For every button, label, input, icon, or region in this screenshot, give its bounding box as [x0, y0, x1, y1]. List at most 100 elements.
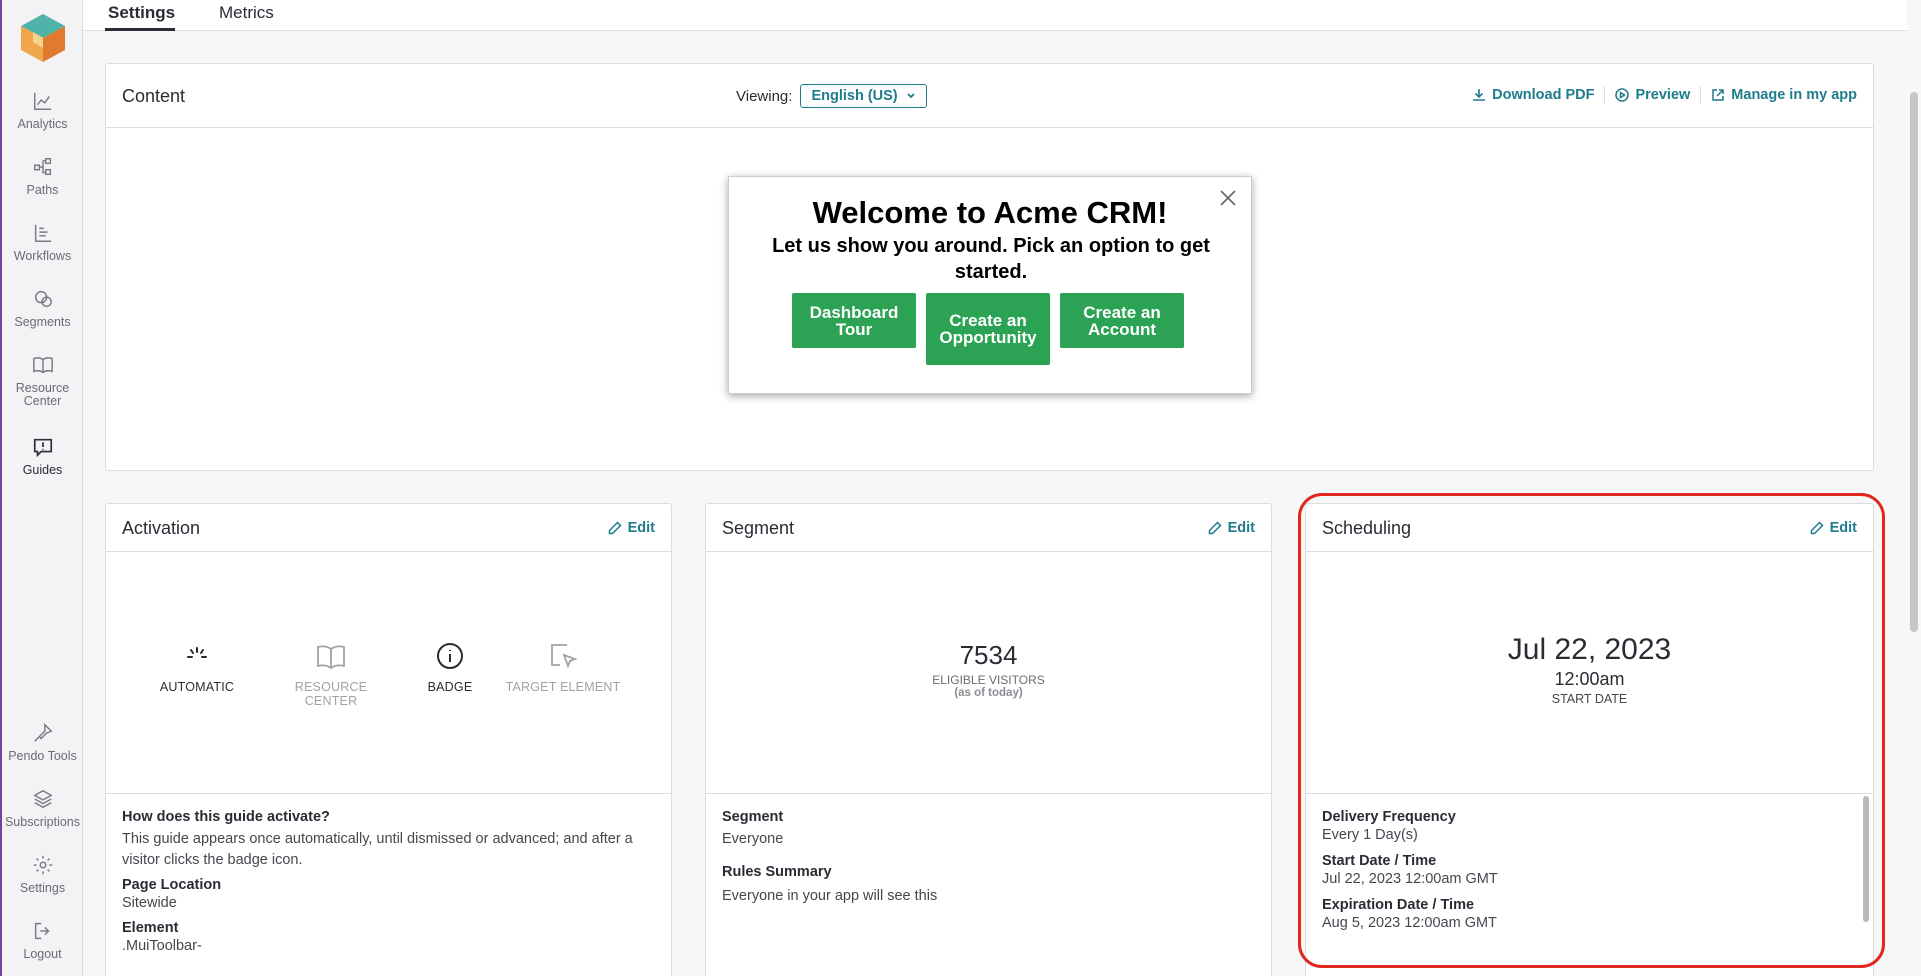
divider [1306, 793, 1873, 794]
scheduling-scrollbar[interactable] [1863, 796, 1869, 922]
sidebar-item-label: Paths [26, 183, 59, 197]
activation-option-target-element[interactable]: TARGET ELEMENT [505, 640, 621, 694]
divider [1604, 86, 1606, 104]
sidebar-item-analytics[interactable]: Analytics [2, 90, 83, 131]
preview-button[interactable]: Preview [1615, 87, 1690, 103]
download-pdf-button[interactable]: Download PDF [1472, 87, 1594, 103]
viewing-label: Viewing: [736, 87, 793, 105]
option-label: RESOURCE CENTER [294, 680, 368, 708]
download-icon [1473, 89, 1486, 101]
scheduling-header: Scheduling Edit [1306, 504, 1873, 552]
content-actions: Download PDF Preview Manage in my app [1472, 86, 1857, 104]
activation-description: This guide appears once automatically, u… [122, 831, 633, 868]
app: Analytics Paths Workflows Segments Resou… [0, 0, 1921, 976]
book-icon [317, 645, 345, 670]
sidebar-item-pendo-tools[interactable]: Pendo Tools [2, 722, 83, 763]
play-circle-icon [1615, 88, 1630, 102]
option-label: BADGE [427, 680, 473, 694]
sidebar-item-logout[interactable]: Logout [2, 920, 83, 961]
segment-label: Segment [722, 809, 784, 825]
pin-icon [33, 722, 53, 742]
activation-option-badge[interactable]: BADGE [422, 640, 478, 694]
divider [106, 793, 671, 794]
create-account-button[interactable]: Create an Account [1060, 293, 1184, 348]
edit-label: Edit [1227, 520, 1255, 536]
spinner-icon [187, 647, 207, 658]
segment-title: Segment [722, 518, 795, 538]
visitor-count-label: ELIGIBLE VISITORS [932, 673, 1045, 687]
start-date-value: Jul 22, 2023 [1507, 633, 1672, 666]
sidebar-item-workflows[interactable]: Workflows [2, 222, 83, 263]
visitor-count: 7534 [959, 640, 1018, 670]
expiration-datetime-label: Expiration Date / Time [1322, 897, 1475, 913]
page-location-label: Page Location [122, 877, 222, 893]
sidebar-item-segments[interactable]: Segments [2, 288, 83, 329]
sidebar-item-guides[interactable]: Guides [2, 436, 83, 477]
scheduling-title: Scheduling [1322, 518, 1412, 538]
sidebar-item-label: Resource Center [15, 381, 70, 408]
rules-summary-label: Rules Summary [722, 864, 832, 880]
start-date-display: Jul 22, 2023 12:00am START DATE [1306, 633, 1873, 706]
rules-summary-value: Everyone in your app will see this [722, 888, 938, 904]
segment-header: Segment Edit [706, 504, 1271, 552]
guide-subtitle: Let us show you around. Pick an option t… [772, 235, 1210, 283]
activation-details: How does this guide activate? This guide… [122, 809, 652, 957]
external-link-icon [1712, 89, 1725, 101]
visitor-count-sub: (as of today) [954, 687, 1023, 699]
tab-metrics[interactable]: Metrics [219, 3, 274, 23]
start-datetime-value: Jul 22, 2023 12:00am GMT [1322, 871, 1498, 887]
sidebar-item-label: Guides [22, 463, 63, 477]
activation-edit-button[interactable]: Edit [608, 520, 655, 536]
sidebar-item-label: Analytics [17, 117, 68, 131]
scheduling-details: Delivery Frequency Every 1 Day(s) Start … [1322, 809, 1842, 934]
activation-option-automatic[interactable]: AUTOMATIC [152, 640, 242, 694]
create-opportunity-button[interactable]: Create an Opportunity [926, 293, 1050, 365]
element-value: .MuiToolbar- [122, 938, 202, 954]
workflows-icon [34, 224, 51, 242]
sidebar-item-settings[interactable]: Settings [2, 854, 83, 895]
sidebar-item-paths[interactable]: Paths [2, 156, 83, 197]
guide-preview-modal: Welcome to Acme CRM! Let us show you aro… [728, 176, 1252, 394]
pendo-logo[interactable] [19, 12, 67, 64]
segment-edit-button[interactable]: Edit [1208, 520, 1255, 536]
tab-bar: Settings Metrics [83, 0, 1921, 31]
logout-icon [34, 922, 50, 940]
content-title: Content [122, 86, 186, 106]
activation-option-resource-center[interactable]: RESOURCE CENTER [268, 640, 394, 708]
sidebar: Analytics Paths Workflows Segments Resou… [0, 0, 83, 976]
sidebar-item-subscriptions[interactable]: Subscriptions [2, 788, 83, 829]
chevron-down-icon [907, 93, 915, 99]
sidebar-item-label: Settings [19, 881, 66, 895]
layers-icon [32, 789, 53, 809]
element-label: Element [122, 920, 179, 936]
start-datetime-label: Start Date / Time [1322, 853, 1437, 869]
page-scrollbar-track[interactable] [1907, 0, 1921, 976]
activation-question: How does this guide activate? [122, 809, 330, 825]
divider [1700, 86, 1702, 104]
activation-title: Activation [122, 518, 201, 538]
sidebar-item-label: Logout [23, 947, 62, 961]
active-tab-indicator [105, 28, 175, 31]
paths-icon [33, 158, 51, 176]
delivery-frequency-value: Every 1 Day(s) [1322, 827, 1418, 843]
gear-icon [33, 855, 52, 875]
language-select[interactable]: English (US) [800, 84, 927, 108]
preview-label: Preview [1635, 87, 1691, 103]
page-scrollbar-thumb[interactable] [1910, 92, 1918, 632]
option-label: TARGET ELEMENT [505, 680, 621, 694]
eligible-visitors: 7534 ELIGIBLE VISITORS (as of today) [706, 640, 1271, 699]
delivery-frequency-label: Delivery Frequency [1322, 809, 1456, 825]
divider [706, 793, 1271, 794]
book-icon [32, 357, 53, 374]
start-date-label: START DATE [1551, 692, 1628, 706]
sidebar-item-label: Pendo Tools [8, 749, 77, 763]
sidebar-item-label: Workflows [13, 249, 72, 263]
scheduling-edit-button[interactable]: Edit [1810, 520, 1857, 536]
chart-icon [33, 92, 51, 110]
sidebar-item-resource-center[interactable]: Resource Center [2, 354, 83, 408]
tab-settings[interactable]: Settings [108, 3, 175, 23]
scheduling-card: Scheduling Edit Jul 22, 2023 12:00am STA… [1305, 503, 1874, 976]
manage-in-app-button[interactable]: Manage in my app [1711, 87, 1857, 103]
language-viewer: Viewing: English (US) [736, 84, 927, 108]
dashboard-tour-button[interactable]: Dashboard Tour [792, 293, 916, 348]
